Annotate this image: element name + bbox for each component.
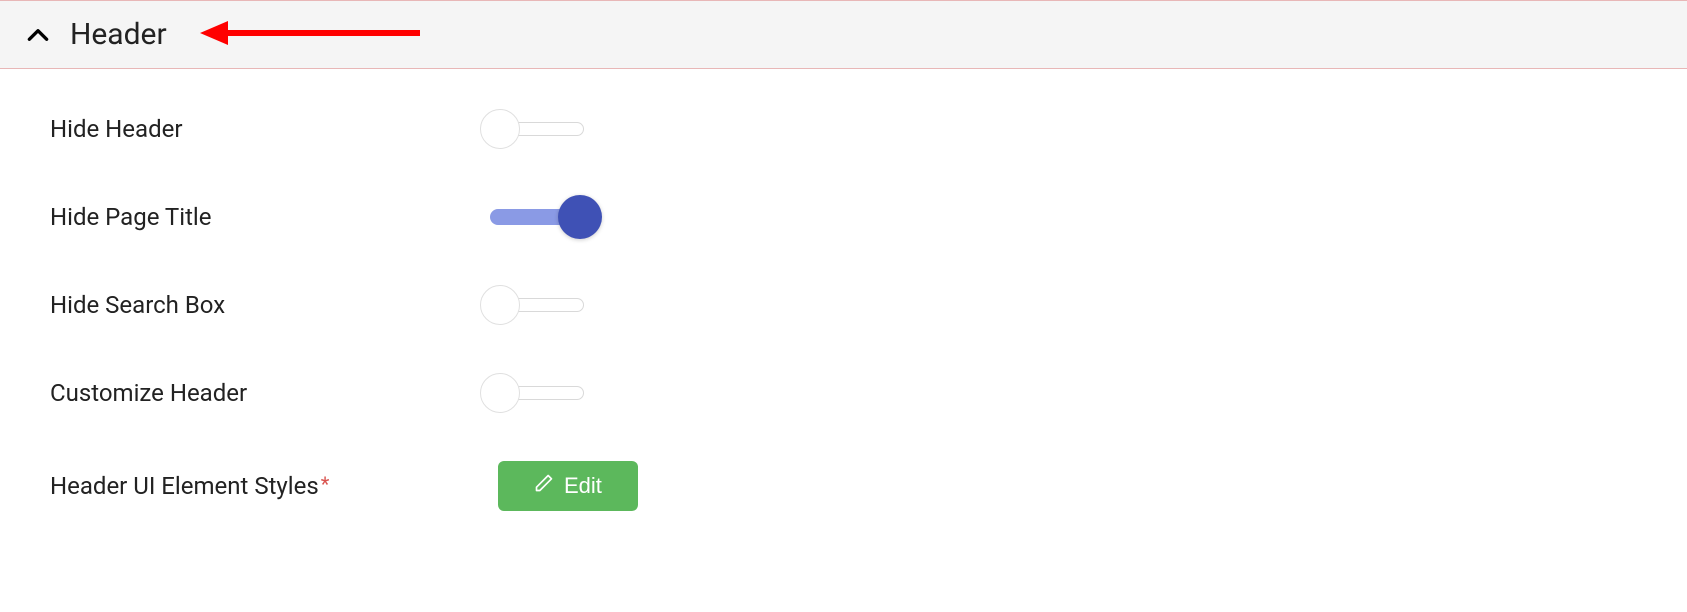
edit-button-label: Edit xyxy=(564,473,602,499)
customize-header-toggle[interactable] xyxy=(480,373,590,413)
setting-row-hide-header: Hide Header xyxy=(50,109,1637,149)
setting-label: Hide Search Box xyxy=(50,291,480,319)
hide-page-title-toggle[interactable] xyxy=(480,197,590,237)
pencil-icon xyxy=(534,473,554,499)
setting-row-header-ui-styles: Header UI Element Styles* Edit xyxy=(50,461,1637,511)
required-asterisk: * xyxy=(321,472,330,496)
setting-label: Header UI Element Styles* xyxy=(50,472,480,500)
setting-row-hide-search-box: Hide Search Box xyxy=(50,285,1637,325)
section-header[interactable]: Header xyxy=(0,0,1687,69)
setting-label: Hide Page Title xyxy=(50,203,480,231)
hide-search-box-toggle[interactable] xyxy=(480,285,590,325)
setting-label: Hide Header xyxy=(50,115,480,143)
edit-button[interactable]: Edit xyxy=(498,461,638,511)
chevron-up-icon xyxy=(24,21,52,49)
setting-label: Customize Header xyxy=(50,379,480,407)
annotation-arrow xyxy=(200,13,430,57)
settings-body: Hide Header Hide Page Title Hide Search … xyxy=(0,69,1687,571)
section-title: Header xyxy=(70,17,167,52)
setting-row-customize-header: Customize Header xyxy=(50,373,1637,413)
setting-row-hide-page-title: Hide Page Title xyxy=(50,197,1637,237)
hide-header-toggle[interactable] xyxy=(480,109,590,149)
setting-label-text: Header UI Element Styles xyxy=(50,472,319,500)
